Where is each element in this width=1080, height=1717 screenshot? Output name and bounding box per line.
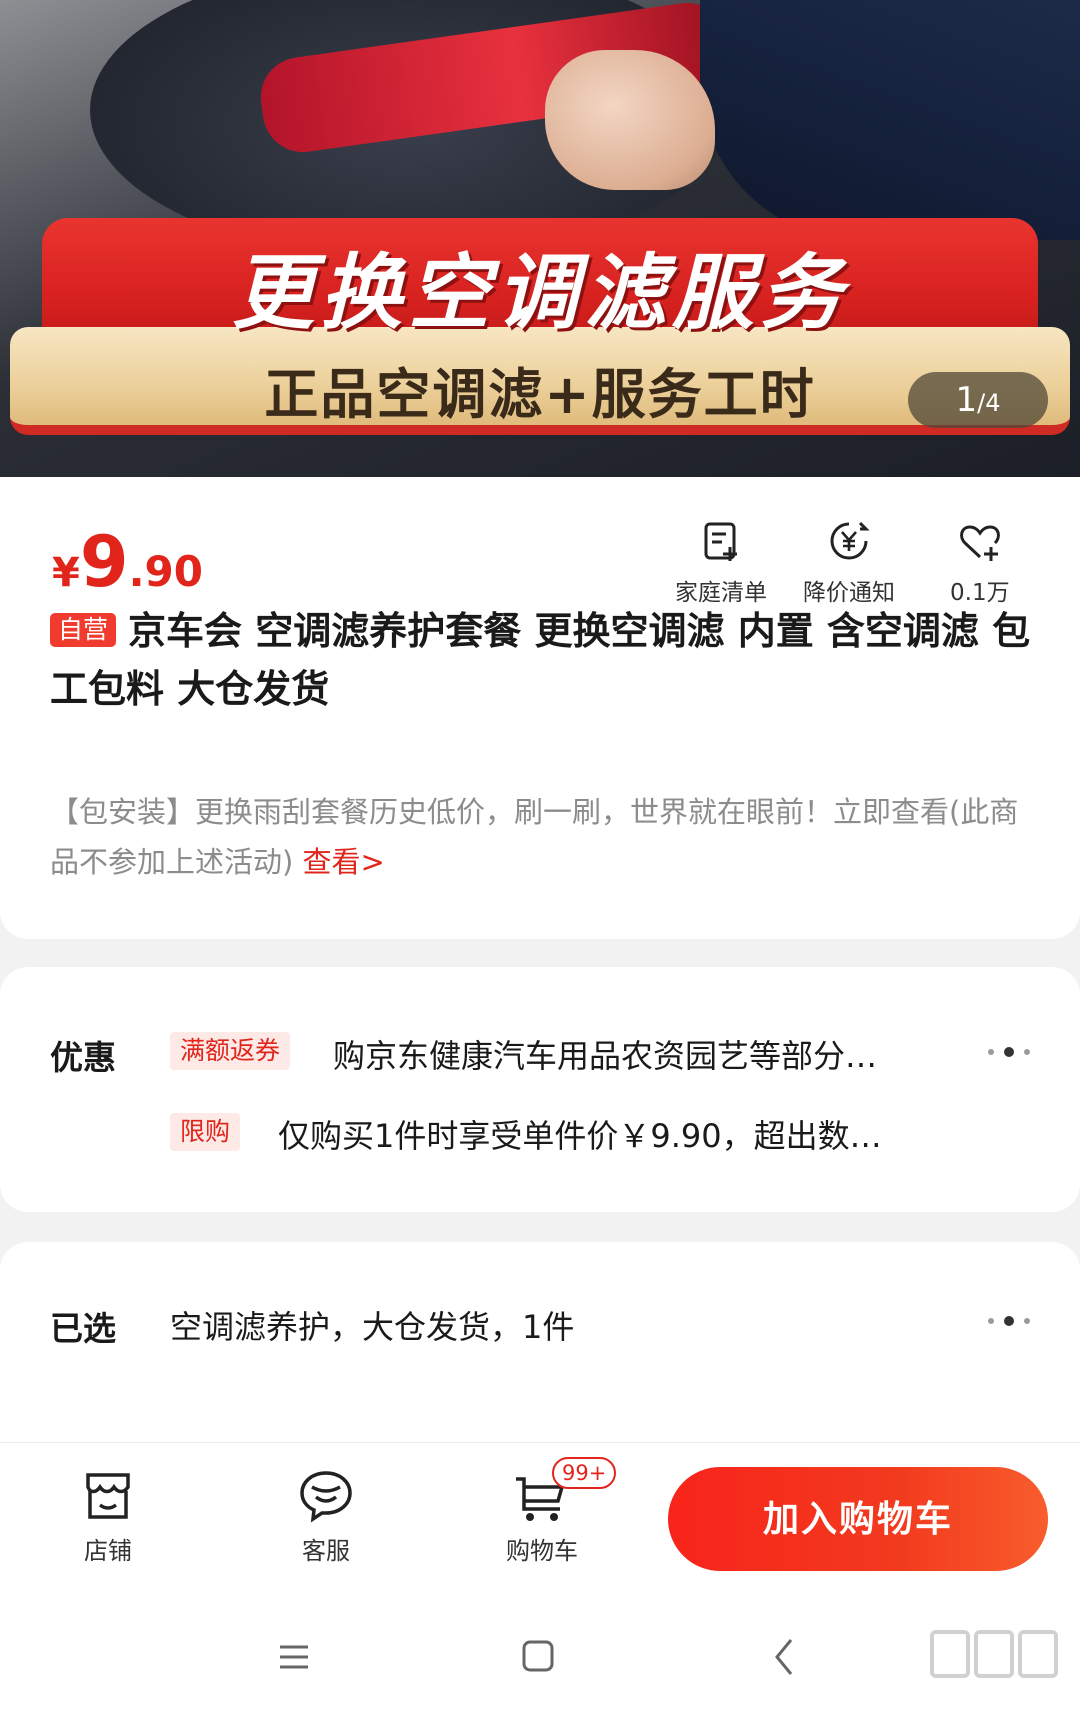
product-info-card: ¥9.90 家庭清单 降价通知 0.1万 自营 京车会 空调滤养护套餐 更换空调…: [0, 477, 1080, 939]
hero-photo-hand: [545, 50, 715, 190]
list-add-icon: [704, 522, 737, 561]
cart-button[interactable]: 99+ 购物车: [482, 1457, 617, 1566]
image-counter-current: 1: [955, 380, 978, 420]
bottom-action-bar: 店铺 客服 99+ 购物车 加入购物车: [0, 1442, 1080, 1592]
promo-banner: 【包安装】更换雨刮套餐历史低价，刷一刷，世界就在眼前！立即查看(此商品不参加上述…: [50, 787, 1025, 887]
heart-plus-icon: [959, 525, 1000, 561]
offer-tag: 限购: [170, 1113, 241, 1151]
add-to-cart-button[interactable]: 加入购物车: [668, 1467, 1048, 1571]
store-button[interactable]: 店铺: [48, 1465, 168, 1566]
customer-service-button[interactable]: 客服: [266, 1465, 386, 1566]
offers-card[interactable]: 优惠 满额返券 购京东健康汽车用品农资园艺等部分… 限购 仅购买1件时享受单件价…: [0, 967, 1080, 1212]
watermark-logo: [930, 1630, 1058, 1678]
recent-apps-icon[interactable]: [264, 1632, 324, 1682]
product-title: 京车会 空调滤养护套餐 更换空调滤 内置 含空调滤 包工包料 大仓发货: [50, 609, 1031, 711]
hero-banner-title: 更换空调滤服务: [232, 246, 848, 341]
product-image-carousel[interactable]: 更换空调滤服务 正品空调滤+服务工时 1/4: [0, 0, 1080, 477]
cart-label: 购物车: [506, 1537, 578, 1565]
product-page: 更换空调滤服务 正品空调滤+服务工时 1/4 ¥9.90 家庭清单 降价通知 0…: [0, 0, 1080, 1717]
price-decimal: .90: [128, 547, 203, 596]
offers-label: 优惠: [50, 1038, 116, 1077]
chat-face-icon: [300, 1471, 352, 1523]
promo-text: 【包安装】更换雨刮套餐历史低价，刷一刷，世界就在眼前！立即查看(此商品不参加上述…: [50, 795, 1019, 879]
home-icon[interactable]: [508, 1632, 568, 1682]
selected-label: 已选: [50, 1309, 116, 1348]
image-counter: 1/4: [908, 372, 1048, 428]
price-symbol: ¥: [52, 550, 80, 596]
selected-spec-card[interactable]: 已选 空调滤养护，大仓发货，1件: [0, 1242, 1080, 1452]
store-label: 店铺: [84, 1537, 132, 1565]
offer-text: 仅购买1件时享受单件价￥9.90，超出数…: [278, 1117, 882, 1155]
family-list-button[interactable]: 家庭清单: [675, 519, 767, 607]
offer-tag: 满额返券: [170, 1032, 291, 1070]
price-integer: 9: [79, 521, 129, 603]
cart-icon-wrap: 99+: [512, 1457, 617, 1525]
customer-service-label: 客服: [302, 1537, 350, 1565]
more-dots-icon[interactable]: [984, 1316, 1034, 1326]
system-nav-bar: [0, 1592, 1080, 1717]
promo-view-link[interactable]: 查看>: [303, 845, 385, 879]
price-alert-button[interactable]: 降价通知: [803, 519, 895, 607]
hero-photo-sleeve: [700, 0, 1080, 240]
product-title-block: 自营 京车会 空调滤养护套餐 更换空调滤 内置 含空调滤 包工包料 大仓发货: [50, 602, 1035, 718]
price: ¥9.90: [52, 521, 203, 603]
yen-bell-icon: [830, 521, 870, 560]
back-icon[interactable]: [755, 1632, 815, 1682]
favorite-button[interactable]: 0.1万: [950, 519, 1010, 607]
more-dots-icon[interactable]: [984, 1047, 1034, 1057]
self-operated-badge: 自营: [50, 613, 117, 647]
store-icon: [86, 1473, 130, 1519]
cart-count-badge: 99+: [552, 1457, 617, 1489]
offer-text: 购京东健康汽车用品农资园艺等部分…: [333, 1037, 878, 1075]
selected-value: 空调滤养护，大仓发货，1件: [170, 1308, 575, 1346]
image-counter-total: /4: [977, 389, 1001, 417]
